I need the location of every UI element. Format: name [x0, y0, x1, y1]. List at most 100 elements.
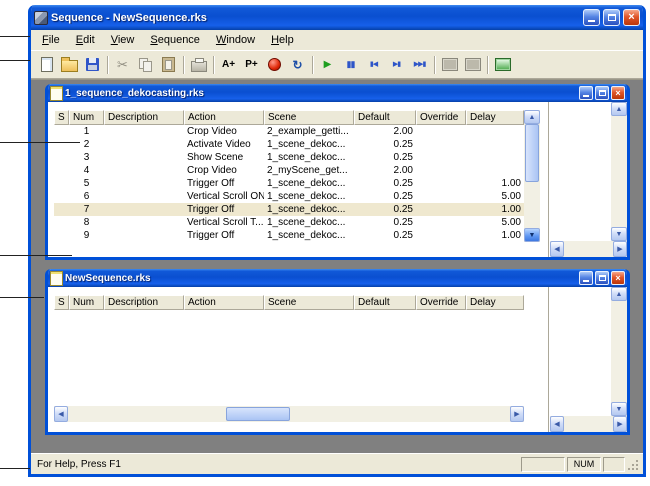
col-header-delay[interactable]: Delay [466, 110, 524, 125]
cell-override [416, 138, 466, 151]
col-header-action[interactable]: Action [184, 110, 264, 125]
pause-button[interactable]: ▮▮ [339, 53, 362, 76]
col-header-override[interactable]: Override [416, 295, 466, 310]
table-vscrollbar[interactable]: ▲ ▼ [524, 110, 540, 242]
cell-override [416, 125, 466, 138]
child1-maximize-button[interactable] [595, 86, 609, 100]
save-button[interactable] [81, 53, 104, 76]
table-row[interactable]: 8 Vertical Scroll T... 1_scene_dekoc... … [54, 216, 524, 229]
table-row[interactable]: 5 Trigger Off 1_scene_dekoc... 0.25 1.00 [54, 177, 524, 190]
status-pane [603, 456, 625, 472]
child2-titlebar[interactable]: NewSequence.rks × [48, 269, 627, 287]
col-header-s[interactable]: S [54, 295, 69, 310]
scroll-left-button[interactable]: ◀ [54, 406, 68, 422]
menu-window[interactable]: Window [208, 32, 263, 49]
timer-button[interactable] [263, 53, 286, 76]
cell-scene: 1_scene_dekoc... [267, 191, 346, 202]
col-header-default[interactable]: Default [354, 295, 416, 310]
scrollbar-thumb[interactable] [226, 407, 290, 421]
child-window-2: NewSequence.rks × S Num Description Acti… [45, 269, 630, 435]
child1-titlebar[interactable]: 1_sequence_dekocasting.rks × [48, 84, 627, 102]
scroll-down-button[interactable]: ▼ [611, 227, 627, 241]
col-header-description[interactable]: Description [104, 295, 184, 310]
scroll-down-button[interactable]: ▼ [524, 228, 540, 242]
child1-minimize-button[interactable] [579, 86, 593, 100]
scroll-right-button[interactable]: ▶ [510, 406, 524, 422]
scroll-right-button[interactable]: ▶ [613, 416, 627, 432]
preview-hscrollbar[interactable]: ◀ ▶ [550, 241, 627, 257]
play-button[interactable]: ▶ [316, 53, 339, 76]
col-header-delay[interactable]: Delay [466, 295, 524, 310]
menu-view[interactable]: View [103, 32, 143, 49]
close-button[interactable]: × [623, 9, 640, 26]
preview-vscrollbar[interactable]: ▲ ▼ [611, 287, 627, 416]
scroll-right-button[interactable]: ▶ [613, 241, 627, 257]
child2-close-button[interactable]: × [611, 271, 625, 285]
print-button[interactable] [187, 53, 210, 76]
scroll-up-button[interactable]: ▲ [611, 102, 627, 116]
toolbar-separator [487, 55, 488, 74]
child2-maximize-button[interactable] [595, 271, 609, 285]
add-event-button[interactable]: A+ [217, 53, 240, 76]
col-header-scene[interactable]: Scene [264, 110, 354, 125]
table-row[interactable]: 6 Vertical Scroll ON 1_scene_dekoc... 0.… [54, 190, 524, 203]
minimize-button[interactable] [583, 9, 600, 26]
maximize-button[interactable] [603, 9, 620, 26]
table-row[interactable]: 9 Trigger Off 1_scene_dekoc... 0.25 1.00 [54, 229, 524, 242]
col-header-description[interactable]: Description [104, 110, 184, 125]
cell-action: Trigger Off [187, 230, 235, 241]
on-air-button[interactable] [438, 53, 461, 76]
col-header-num[interactable]: Num [69, 110, 104, 125]
skip-end-button[interactable]: ▶▶▮ [408, 53, 431, 76]
scrollbar-thumb[interactable] [525, 124, 539, 182]
cell-action: Crop Video [187, 165, 237, 176]
cell-action: Show Scene [187, 152, 244, 163]
cell-s [54, 164, 69, 177]
pause-icon: ▮▮ [346, 59, 356, 69]
clear-air-button[interactable] [461, 53, 484, 76]
menu-edit[interactable]: Edit [68, 32, 103, 49]
table-row-selected[interactable]: 7 Trigger Off 1_scene_dekoc... 0.25 1.00 [54, 203, 524, 216]
cut-button[interactable]: ✂ [111, 53, 134, 76]
preview-hscrollbar[interactable]: ◀ ▶ [550, 416, 627, 432]
skip-start-icon: ▮◀ [369, 61, 378, 68]
table-row[interactable]: 3 Show Scene 1_scene_dekoc... 0.25 [54, 151, 524, 164]
loop-button[interactable]: ↻ [286, 53, 309, 76]
child-window-1: 1_sequence_dekocasting.rks × S Num Descr… [45, 84, 630, 260]
table-hscrollbar[interactable]: ◀ ▶ [54, 406, 524, 422]
col-header-s[interactable]: S [54, 110, 69, 125]
resize-grip[interactable] [627, 457, 640, 472]
col-header-num[interactable]: Num [69, 295, 104, 310]
scroll-down-button[interactable]: ▼ [611, 402, 627, 416]
deko-output-button[interactable] [491, 53, 514, 76]
skip-start-button[interactable]: ▮◀ [362, 53, 385, 76]
copy-button[interactable] [134, 53, 157, 76]
new-button[interactable] [35, 53, 58, 76]
pane-splitter[interactable] [548, 102, 549, 257]
col-header-override[interactable]: Override [416, 110, 466, 125]
col-header-default[interactable]: Default [354, 110, 416, 125]
col-header-scene[interactable]: Scene [264, 295, 354, 310]
cell-num: 3 [83, 152, 90, 163]
add-page-button[interactable]: P+ [240, 53, 263, 76]
menu-sequence[interactable]: Sequence [142, 32, 208, 49]
table-row[interactable]: 2 Activate Video 1_scene_dekoc... 0.25 [54, 138, 524, 151]
scroll-left-button[interactable]: ◀ [550, 241, 564, 257]
scroll-left-button[interactable]: ◀ [550, 416, 564, 432]
status-num-pane: NUM [567, 456, 601, 472]
menu-file[interactable]: File [34, 32, 68, 49]
child2-minimize-button[interactable] [579, 271, 593, 285]
col-header-action[interactable]: Action [184, 295, 264, 310]
pane-splitter[interactable] [548, 287, 549, 432]
table-row[interactable]: 4 Crop Video 2_myScene_get... 2.00 [54, 164, 524, 177]
step-forward-button[interactable]: ▶▮ [385, 53, 408, 76]
main-titlebar[interactable]: Sequence - NewSequence.rks × [31, 5, 643, 30]
scroll-up-button[interactable]: ▲ [524, 110, 540, 124]
menu-help[interactable]: Help [263, 32, 302, 49]
paste-button[interactable] [157, 53, 180, 76]
table-row[interactable]: 1 Crop Video 2_example_getti... 2.00 [54, 125, 524, 138]
open-button[interactable] [58, 53, 81, 76]
child1-close-button[interactable]: × [611, 86, 625, 100]
preview-vscrollbar[interactable]: ▲ ▼ [611, 102, 627, 241]
scroll-up-button[interactable]: ▲ [611, 287, 627, 301]
